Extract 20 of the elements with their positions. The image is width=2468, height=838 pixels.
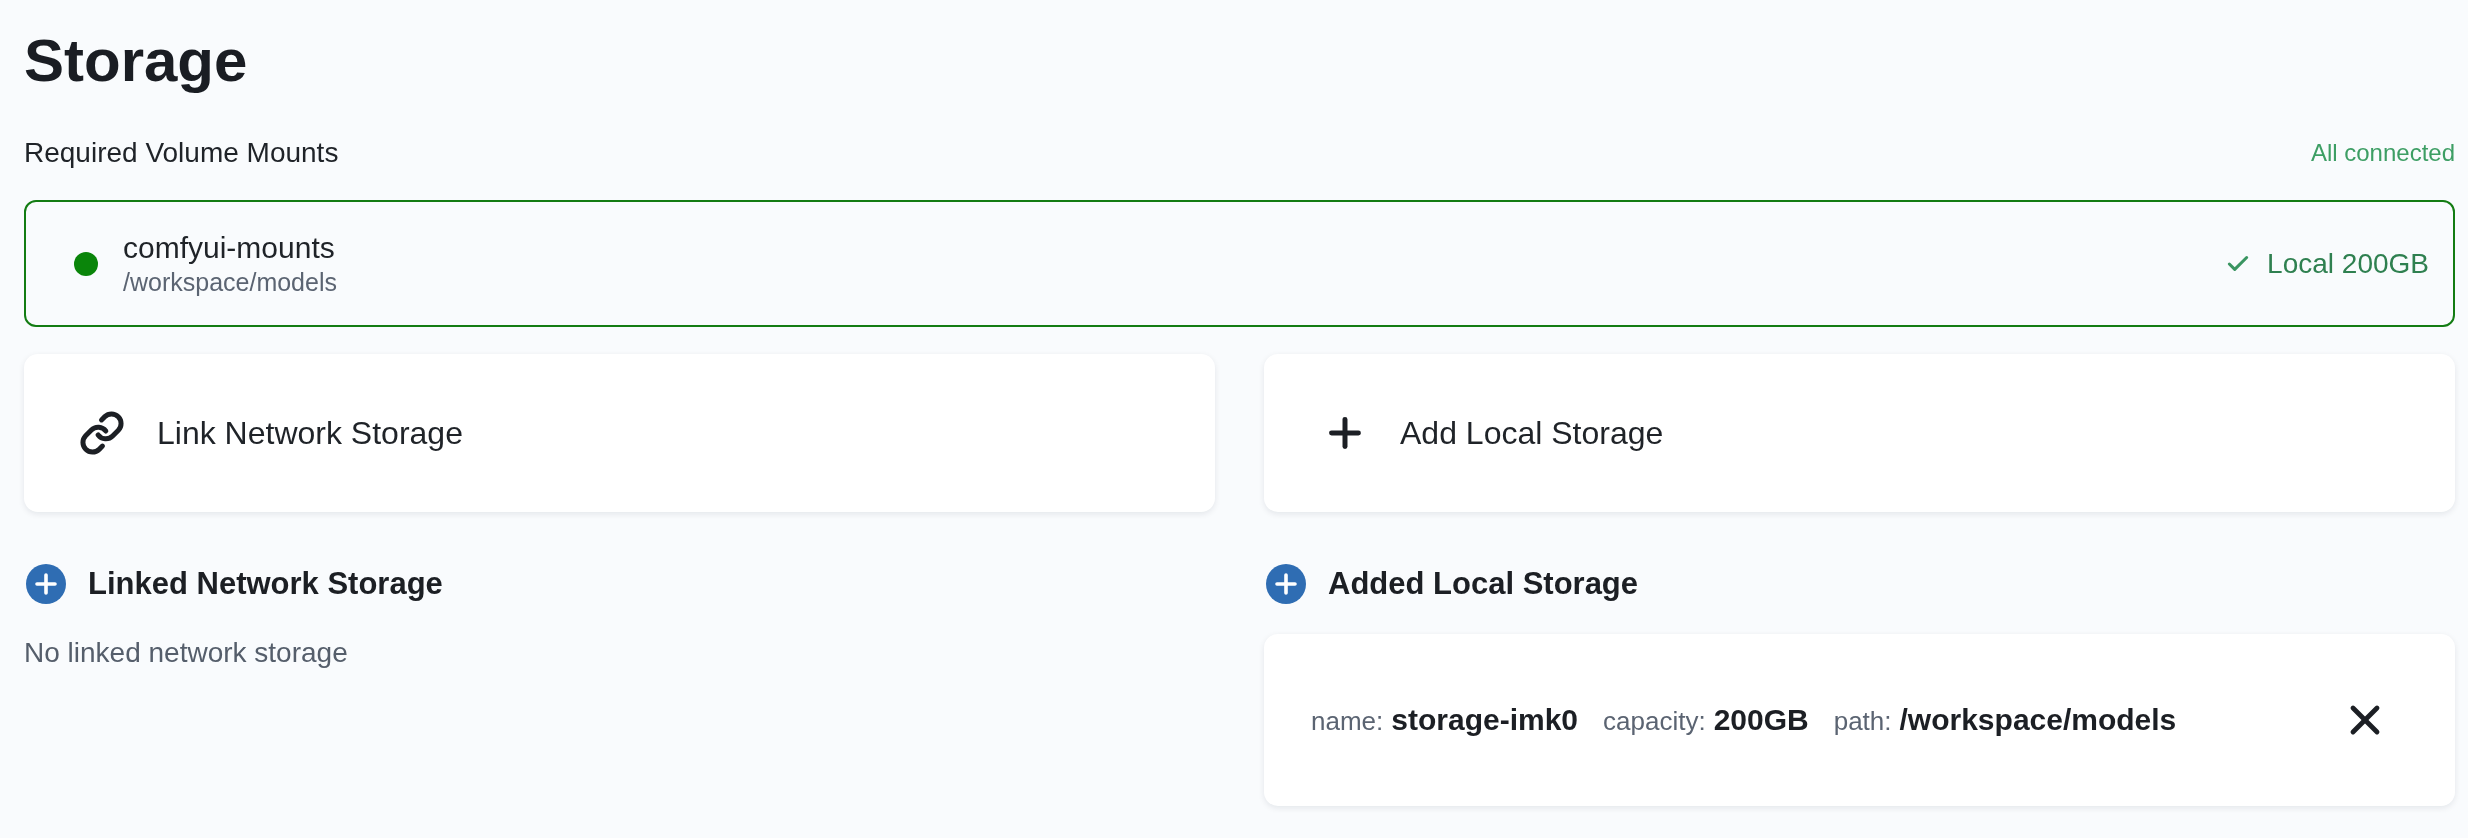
page-title: Storage xyxy=(24,26,248,96)
empty-state-text: No linked network storage xyxy=(24,637,348,669)
action-button[interactable]: Add Local Storage xyxy=(1264,354,2455,512)
mount-status-text: Local 200GB xyxy=(2267,246,2429,281)
mount-path: /workspace/models xyxy=(123,266,337,298)
field-value: /workspace/models xyxy=(1899,702,2177,738)
field-label: path: xyxy=(1833,705,1892,738)
field-value: 200GB xyxy=(1713,702,1809,738)
plus-circle-icon[interactable] xyxy=(1266,564,1306,604)
field-value: storage-imk0 xyxy=(1391,702,1578,738)
field-label: capacity: xyxy=(1603,705,1706,738)
plus-circle-icon[interactable] xyxy=(26,564,66,604)
link-icon xyxy=(79,410,125,456)
status-text: All connected xyxy=(2310,138,2455,168)
action-button[interactable]: Link Network Storage xyxy=(24,354,1215,512)
section-heading: Added Local Storage xyxy=(1328,565,1639,603)
section-heading: Linked Network Storage xyxy=(88,565,443,603)
field-label: name: xyxy=(1311,705,1384,738)
section-label: Required Volume Mounts xyxy=(24,136,339,170)
mount-name: comfyui-mounts xyxy=(123,229,335,266)
